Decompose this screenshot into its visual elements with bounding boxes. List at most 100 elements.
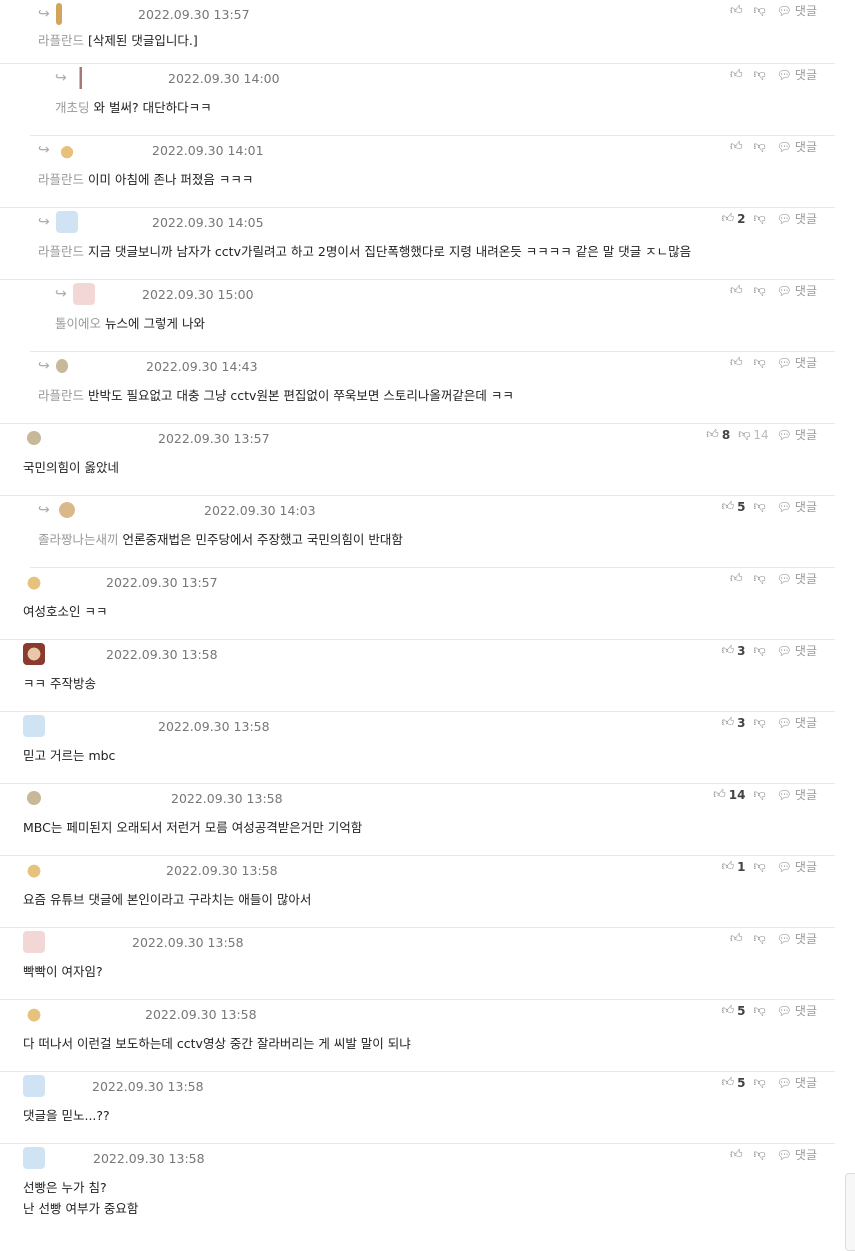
reply-button[interactable]: 💬︎ 댓글	[777, 1002, 817, 1019]
comment-text-line2: 난 선빵 여부가 중요함	[23, 1201, 139, 1216]
reply-arrow-icon: ↪	[55, 70, 67, 86]
reply-button[interactable]: 💬︎ 댓글	[777, 354, 817, 371]
like-button[interactable]: 👍︎	[730, 3, 746, 18]
like-button[interactable]: 👍︎ 5	[722, 499, 746, 514]
dislike-button[interactable]: 👎︎	[753, 643, 768, 658]
like-button[interactable]: 👍︎ 3	[722, 643, 746, 658]
comment-nickname[interactable]: 졸라짱나는새끼	[38, 532, 119, 547]
dislike-button[interactable]: 👎︎	[753, 283, 768, 298]
dislike-button[interactable]: 👎︎	[753, 139, 768, 154]
avatar[interactable]	[23, 1075, 45, 1097]
thumbs-up-icon: 👍︎	[721, 715, 735, 729]
dislike-button[interactable]: 👎︎	[753, 1003, 768, 1018]
avatar[interactable]	[56, 3, 62, 25]
reply-button[interactable]: 💬︎ 댓글	[777, 1146, 817, 1163]
like-button[interactable]: 👍︎	[730, 1147, 746, 1162]
avatar[interactable]	[23, 715, 45, 737]
reply-button[interactable]: 💬︎ 댓글	[777, 66, 817, 83]
reply-button[interactable]: 💬︎ 댓글	[777, 714, 817, 731]
dislike-button[interactable]: 👎︎	[753, 499, 768, 514]
thumbs-up-icon: 👍︎	[729, 1147, 743, 1161]
comment-nickname[interactable]: 라플란드	[38, 388, 84, 403]
dislike-button[interactable]: 👎︎	[753, 1075, 768, 1090]
like-button[interactable]: 👍︎ 3	[722, 715, 746, 730]
reply-button[interactable]: 💬︎ 댓글	[777, 210, 817, 227]
like-button[interactable]: 👍︎ 8	[706, 427, 730, 442]
speech-bubble-icon: 💬︎	[776, 715, 792, 730]
reply-button[interactable]: 💬︎ 댓글	[777, 786, 817, 803]
avatar[interactable]	[23, 859, 45, 881]
like-button[interactable]: 👍︎	[730, 931, 746, 946]
dislike-button[interactable]: 👎︎	[753, 355, 768, 370]
comment-text: 와 벌써? 대단하다ㅋㅋ	[93, 100, 212, 115]
comment-date: 2022.09.30 13:57	[158, 431, 270, 446]
comment-date: 2022.09.30 14:01	[152, 143, 264, 158]
comment-text: MBC는 페미된지 오래되서 저런거 모름 여성공격받은거만 기억함	[23, 820, 363, 835]
like-button[interactable]: 👍︎ 5	[722, 1003, 746, 1018]
speech-bubble-icon: 💬︎	[776, 139, 792, 154]
speech-bubble-icon: 💬︎	[776, 1075, 792, 1090]
reply-button[interactable]: 💬︎ 댓글	[777, 426, 817, 443]
thumbs-up-icon: 👍︎	[729, 283, 743, 297]
thumbs-up-icon: 👍︎	[706, 427, 719, 441]
avatar[interactable]	[23, 571, 45, 593]
comment-text: 믿고 거르는 mbc	[23, 748, 116, 763]
avatar[interactable]	[27, 791, 41, 805]
comment-date: 2022.09.30 13:58	[132, 935, 244, 950]
dislike-button[interactable]: 👎︎	[753, 571, 768, 586]
reply-button[interactable]: 💬︎ 댓글	[777, 642, 817, 659]
like-button[interactable]: 👍︎	[730, 283, 746, 298]
dislike-button[interactable]: 👎︎	[753, 859, 768, 874]
avatar[interactable]	[23, 1147, 45, 1169]
reply-button[interactable]: 💬︎ 댓글	[777, 498, 817, 515]
dislike-button[interactable]: 👎︎	[753, 715, 768, 730]
comment: 2022.09.30 13:57 👍︎ 👎︎ 💬︎ 댓글 여성호소인 ㅋㅋ	[0, 568, 835, 640]
comment-text: 선빵은 누가 침?	[23, 1180, 107, 1195]
comment-reply: ↪ 2022.09.30 13:57 👍︎ 👎︎ 💬︎ 댓글 라플란드 [삭제된 댓…	[0, 0, 835, 64]
comment-nickname[interactable]: 개초딩	[55, 100, 90, 115]
avatar[interactable]	[73, 67, 95, 89]
reply-button[interactable]: 💬︎ 댓글	[777, 2, 817, 19]
avatar[interactable]	[56, 139, 78, 161]
dislike-button[interactable]: 👎︎	[753, 787, 768, 802]
reply-button[interactable]: 💬︎ 댓글	[777, 138, 817, 155]
comment-nickname[interactable]: 라플란드	[38, 33, 84, 48]
like-button[interactable]: 👍︎	[730, 355, 746, 370]
like-button[interactable]: 👍︎	[730, 571, 746, 586]
dislike-button[interactable]: 👎︎	[753, 3, 768, 18]
like-button[interactable]: 👍︎ 14	[713, 787, 745, 802]
scroll-widget[interactable]	[845, 1173, 855, 1251]
speech-bubble-icon: 💬︎	[776, 1003, 792, 1018]
avatar[interactable]	[23, 643, 45, 665]
comment-date: 2022.09.30 14:03	[204, 503, 316, 518]
avatar[interactable]	[56, 359, 68, 373]
dislike-button[interactable]: 👎︎ 14	[738, 427, 768, 442]
dislike-button[interactable]: 👎︎	[753, 1147, 768, 1162]
comment-text: 언론중재법은 민주당에서 주장했고 국민의힘이 반대함	[122, 532, 403, 547]
reply-button[interactable]: 💬︎ 댓글	[777, 282, 817, 299]
comment-nickname[interactable]: 라플란드	[38, 172, 84, 187]
thumbs-up-icon: 👍︎	[729, 67, 743, 81]
avatar[interactable]	[23, 1003, 45, 1025]
dislike-button[interactable]: 👎︎	[753, 67, 768, 82]
comment-reply: ↪ 2022.09.30 15:00 👍︎ 👎︎ 💬︎ 댓글 톨이에오 뉴스에 그렇…	[30, 280, 835, 352]
reply-button[interactable]: 💬︎ 댓글	[777, 858, 817, 875]
avatar[interactable]	[73, 283, 95, 305]
speech-bubble-icon: 💬︎	[776, 283, 792, 298]
like-button[interactable]: 👍︎ 1	[722, 859, 746, 874]
like-button[interactable]: 👍︎ 5	[722, 1075, 746, 1090]
avatar[interactable]	[56, 211, 78, 233]
avatar[interactable]	[27, 431, 41, 445]
comment-nickname[interactable]: 라플란드	[38, 244, 84, 259]
dislike-button[interactable]: 👎︎	[753, 931, 768, 946]
avatar[interactable]	[56, 499, 78, 521]
reply-button[interactable]: 💬︎ 댓글	[777, 570, 817, 587]
dislike-button[interactable]: 👎︎	[753, 211, 768, 226]
like-button[interactable]: 👍︎	[730, 139, 746, 154]
avatar[interactable]	[23, 931, 45, 953]
like-button[interactable]: 👍︎	[730, 67, 746, 82]
like-button[interactable]: 👍︎ 2	[722, 211, 746, 226]
reply-button[interactable]: 💬︎ 댓글	[777, 930, 817, 947]
comment-nickname[interactable]: 톨이에오	[55, 316, 101, 331]
reply-button[interactable]: 💬︎ 댓글	[777, 1074, 817, 1091]
